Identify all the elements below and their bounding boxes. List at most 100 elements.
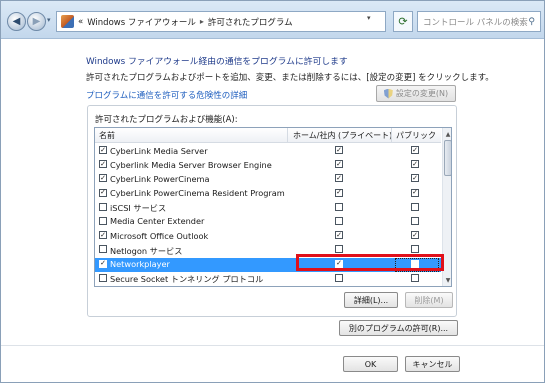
enable-checkbox[interactable] [99,273,107,282]
home-checkbox-cell[interactable]: ✓ [335,174,343,183]
program-name: Secure Socket トンネリング プロトコル [110,274,264,285]
back-button[interactable]: ◀ [7,12,26,31]
enable-checkbox-cell[interactable] [99,216,107,225]
breadcrumb-history[interactable]: « [78,17,83,27]
enable-checkbox[interactable]: ✓ [99,146,107,154]
scroll-down-icon[interactable]: ▼ [444,276,451,284]
column-header-home[interactable]: ホーム/社内 (プライベート) [293,130,392,141]
table-row[interactable]: ✓ CyberLink PowerCinema ✓ ✓ [95,172,441,186]
highlight-frame [296,254,444,271]
enable-checkbox[interactable]: ✓ [99,160,107,169]
breadcrumb-item-allowed-programs[interactable]: 許可されたプログラム [208,16,293,28]
table-row[interactable]: ✓ CyberLink PowerCinema Resident Program ✓… [95,187,441,201]
program-name: Netlogon サービス [110,245,183,256]
public-checkbox[interactable]: ✓ [411,146,419,154]
enable-checkbox-cell[interactable]: ✓ [99,231,107,240]
history-dropdown-icon[interactable]: ▾ [47,16,51,24]
home-checkbox[interactable] [335,202,343,211]
table-row[interactable]: ✓ Microsoft Office Outlook ✓ ✓ [95,229,441,243]
home-checkbox[interactable] [335,245,343,254]
forward-button[interactable]: ▶ [27,12,46,31]
search-icon[interactable]: ⚲ [528,17,535,27]
home-checkbox-cell[interactable] [335,245,343,254]
home-checkbox[interactable]: ✓ [335,160,343,169]
public-checkbox-cell[interactable]: ✓ [411,146,419,154]
column-divider[interactable] [391,128,392,143]
column-header-public[interactable]: パブリック [396,130,436,141]
enable-checkbox-cell[interactable]: ✓ [99,188,107,197]
column-header-name[interactable]: 名前 [99,130,115,141]
scroll-up-icon[interactable]: ▲ [444,130,451,138]
home-checkbox-cell[interactable]: ✓ [335,231,343,240]
public-checkbox[interactable]: ✓ [411,174,419,183]
table-row[interactable]: Media Center Extender [95,215,441,229]
public-checkbox-cell[interactable] [411,245,419,254]
breadcrumb[interactable]: « Windows ファイアウォール ▸ 許可されたプログラム [56,11,386,32]
public-checkbox[interactable]: ✓ [411,231,419,240]
table-row[interactable]: Secure Socket トンネリング プロトコル [95,272,441,286]
public-checkbox[interactable]: ✓ [411,160,419,169]
public-checkbox[interactable]: ✓ [411,188,419,197]
program-name: Media Center Extender [110,216,205,227]
allow-another-program-button[interactable]: 別のプログラムの許可(R)... [339,320,458,336]
breadcrumb-separator-icon[interactable]: ▸ [200,17,204,26]
firewall-allowed-programs-window: ◀ ▶ ▾ « Windows ファイアウォール ▸ 許可されたプログラム ▾ … [0,0,545,383]
public-checkbox-cell[interactable]: ✓ [411,174,419,183]
home-checkbox[interactable]: ✓ [335,146,343,154]
table-row[interactable]: iSCSI サービス [95,201,441,215]
enable-checkbox[interactable]: ✓ [99,174,107,183]
home-checkbox[interactable]: ✓ [335,231,343,240]
details-button[interactable]: 詳細(L)... [344,292,398,308]
public-checkbox-cell[interactable] [411,202,419,211]
public-checkbox[interactable] [411,245,419,254]
column-divider[interactable] [287,128,288,143]
public-checkbox-cell[interactable] [411,216,419,225]
table-row[interactable]: ✓ Cyberlink Media Server Browser Engine ✓ ✓ [95,158,441,172]
enable-checkbox-cell[interactable]: ✓ [99,259,107,268]
home-checkbox-cell[interactable] [335,216,343,225]
home-checkbox-cell[interactable] [335,273,343,282]
public-checkbox-cell[interactable] [411,273,419,282]
home-checkbox-cell[interactable] [335,202,343,211]
enable-checkbox[interactable]: ✓ [99,188,107,197]
home-checkbox-cell[interactable]: ✓ [335,160,343,169]
public-checkbox-cell[interactable]: ✓ [411,160,419,169]
breadcrumb-item-firewall[interactable]: Windows ファイアウォール [87,16,196,28]
scroll-thumb[interactable] [444,140,451,176]
enable-checkbox-cell[interactable] [99,202,107,211]
refresh-button[interactable]: ⟳ [393,11,413,32]
home-checkbox-cell[interactable]: ✓ [335,146,343,154]
enable-checkbox[interactable]: ✓ [99,259,107,268]
delete-button[interactable]: 削除(M) [405,292,453,308]
search-input[interactable]: コントロール パネルの検索 ⚲ [417,11,541,32]
public-checkbox-cell[interactable]: ✓ [411,231,419,240]
enable-checkbox[interactable] [99,245,107,254]
cancel-button[interactable]: キャンセル [405,356,460,372]
public-checkbox-cell[interactable]: ✓ [411,188,419,197]
home-checkbox[interactable] [335,273,343,282]
enable-checkbox[interactable]: ✓ [99,231,107,240]
enable-checkbox-cell[interactable]: ✓ [99,146,107,154]
enable-checkbox-cell[interactable] [99,273,107,282]
enable-checkbox-cell[interactable] [99,245,107,254]
program-name: Microsoft Office Outlook [110,230,209,241]
program-name: Cyberlink Media Server Browser Engine [110,159,272,170]
risk-details-link[interactable]: プログラムに通信を許可する危険性の詳細 [86,89,247,101]
public-checkbox[interactable] [411,216,419,225]
address-dropdown-icon[interactable]: ▾ [367,14,371,22]
public-checkbox[interactable] [411,273,419,282]
change-settings-button[interactable]: 設定の変更(N) [376,85,456,102]
home-checkbox-cell[interactable]: ✓ [335,188,343,197]
public-checkbox[interactable] [411,202,419,211]
home-checkbox[interactable]: ✓ [335,174,343,183]
enable-checkbox-cell[interactable]: ✓ [99,174,107,183]
enable-checkbox[interactable] [99,202,107,211]
home-checkbox[interactable]: ✓ [335,188,343,197]
firewall-icon [61,15,74,28]
enable-checkbox-cell[interactable]: ✓ [99,160,107,169]
table-row[interactable]: ✓ CyberLink Media Server ✓ ✓ [95,144,441,158]
ok-button[interactable]: OK [343,356,398,372]
program-name: CyberLink PowerCinema [110,173,210,184]
enable-checkbox[interactable] [99,216,107,225]
home-checkbox[interactable] [335,216,343,225]
